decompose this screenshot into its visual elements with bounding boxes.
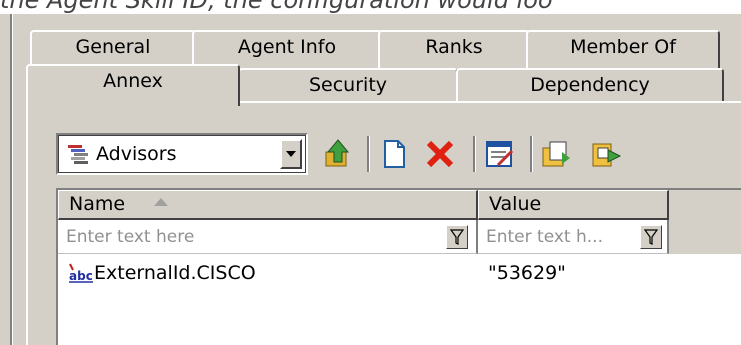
tab-label: Annex (103, 70, 163, 92)
sort-ascending-icon (154, 198, 168, 206)
empty-header-area (669, 190, 741, 254)
chevron-down-icon (286, 151, 296, 157)
name-filter-input[interactable] (66, 224, 436, 250)
svg-text:abc: abc (69, 269, 93, 283)
funnel-icon (644, 229, 658, 245)
tab-label: Security (308, 74, 388, 96)
toolbar-separator (530, 136, 533, 172)
edit-button[interactable] (484, 138, 516, 170)
dropdown-arrow-button[interactable] (280, 139, 302, 169)
column-header-label: Name (69, 193, 126, 215)
move-up-button[interactable] (322, 138, 354, 170)
new-document-icon (384, 140, 405, 168)
copy-button[interactable] (540, 138, 572, 170)
funnel-icon (450, 229, 464, 245)
delete-button[interactable] (424, 138, 456, 170)
row-value-cell: "53629" (488, 262, 566, 284)
column-header-name[interactable]: Name (58, 190, 478, 220)
annex-data-grid: Name Value abc ExternalId.CISCO "53629" (56, 188, 741, 345)
tab-label: Dependency (530, 74, 650, 96)
copy-icon (542, 141, 570, 167)
tab-security[interactable]: Security (238, 68, 458, 102)
tab-label: General (75, 36, 151, 58)
row-name-cell: ExternalId.CISCO (94, 262, 256, 284)
tab-annex[interactable]: Annex (26, 64, 240, 106)
stack-list-icon (66, 143, 92, 165)
export-icon (592, 143, 622, 167)
toolbar-separator (473, 136, 476, 172)
tab-label: Agent Info (237, 36, 337, 58)
dialog-frame-edge (10, 14, 13, 345)
name-filter-button[interactable] (446, 225, 468, 249)
toolbar-separator (367, 136, 370, 172)
dropdown-selected-value: Advisors (96, 143, 177, 165)
tab-ranks[interactable]: Ranks (378, 30, 530, 70)
red-x-icon (426, 140, 454, 168)
new-button[interactable] (378, 138, 410, 170)
column-header-label: Value (489, 193, 542, 215)
value-filter-button[interactable] (640, 225, 662, 249)
filter-cell-value (478, 220, 669, 254)
edit-form-icon (486, 141, 514, 167)
abc-string-icon: abc (69, 263, 93, 283)
filter-cell-name (58, 220, 478, 254)
tab-dependency[interactable]: Dependency (456, 68, 724, 102)
column-header-value[interactable]: Value (478, 190, 669, 220)
up-arrow-folder-icon (325, 139, 350, 167)
tab-label: Ranks (425, 36, 483, 58)
tab-member-of[interactable]: Member Of (526, 30, 720, 70)
tab-label: Member Of (570, 36, 676, 58)
export-button[interactable] (590, 138, 622, 170)
value-filter-input[interactable] (486, 224, 626, 250)
category-dropdown[interactable]: Advisors (56, 133, 308, 175)
